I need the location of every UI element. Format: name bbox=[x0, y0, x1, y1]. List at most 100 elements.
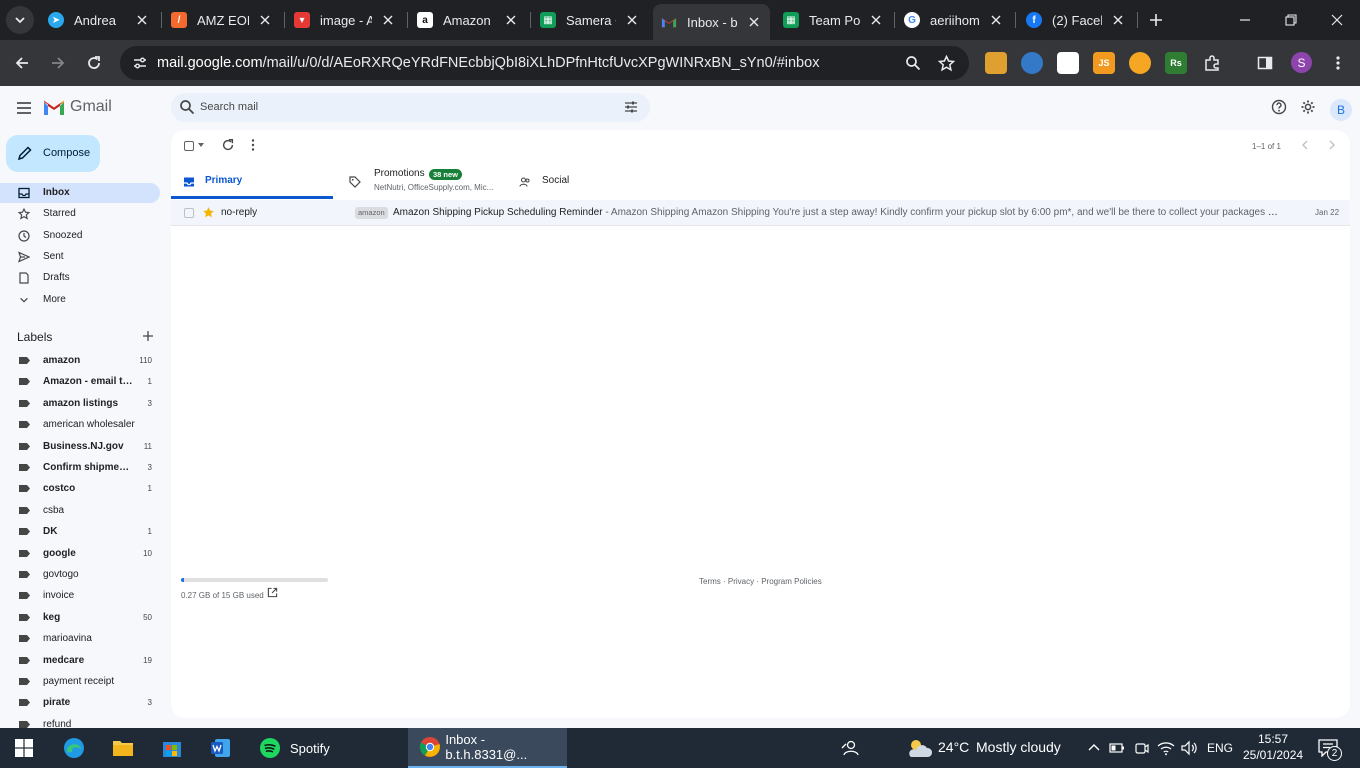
close-icon[interactable] bbox=[746, 14, 762, 30]
edge-icon[interactable] bbox=[62, 736, 86, 760]
bookmark-star-icon[interactable] bbox=[934, 51, 958, 75]
main-menu-icon[interactable] bbox=[12, 96, 36, 120]
close-icon[interactable] bbox=[503, 12, 519, 28]
refresh-icon[interactable] bbox=[221, 138, 235, 152]
wifi-icon[interactable] bbox=[1154, 736, 1178, 760]
tab-search-button[interactable] bbox=[6, 6, 34, 34]
label-item[interactable]: csba bbox=[0, 501, 160, 521]
help-icon[interactable] bbox=[1270, 98, 1288, 116]
label-item[interactable]: govtogo bbox=[0, 565, 160, 585]
account-avatar[interactable]: B bbox=[1330, 99, 1352, 121]
chevron-up-icon[interactable] bbox=[1082, 736, 1106, 760]
clock-time[interactable]: 15:57 bbox=[1258, 732, 1288, 746]
open-external-icon[interactable] bbox=[267, 587, 278, 598]
browser-tab[interactable]: a Amazon bbox=[409, 6, 527, 34]
weather-temp[interactable]: 24°C bbox=[938, 739, 969, 755]
back-button[interactable] bbox=[8, 49, 36, 77]
close-icon[interactable] bbox=[1110, 12, 1126, 28]
extensions-puzzle-icon[interactable] bbox=[1201, 52, 1223, 74]
email-row[interactable]: no-reply amazon Amazon Shipping Pickup S… bbox=[171, 200, 1350, 226]
browser-tab[interactable]: / AMZ EOD bbox=[163, 6, 281, 34]
volume-icon[interactable] bbox=[1177, 736, 1201, 760]
language-indicator[interactable]: ENG bbox=[1207, 741, 1233, 755]
close-icon[interactable] bbox=[134, 12, 150, 28]
extension-2[interactable] bbox=[1021, 52, 1043, 74]
nav-sent[interactable]: Sent bbox=[0, 247, 160, 267]
nav-more[interactable]: More bbox=[0, 290, 160, 310]
label-item[interactable]: Amazon - email to ... 1 bbox=[0, 372, 160, 392]
email-checkbox[interactable] bbox=[184, 208, 194, 218]
people-search-icon[interactable] bbox=[838, 736, 862, 760]
label-item[interactable]: amazon listings 3 bbox=[0, 394, 160, 414]
browser-tab[interactable]: G aeriihome bbox=[896, 6, 1012, 34]
taskbar-app-spotify[interactable]: Spotify bbox=[250, 728, 340, 768]
label-item[interactable]: Business.NJ.gov 11 bbox=[0, 437, 160, 457]
email-label-chip[interactable]: amazon bbox=[355, 207, 388, 219]
close-icon[interactable] bbox=[868, 12, 884, 28]
minimize-button[interactable] bbox=[1222, 0, 1268, 40]
label-item[interactable]: invoice bbox=[0, 586, 160, 606]
close-icon[interactable] bbox=[257, 12, 273, 28]
chevron-left-icon[interactable] bbox=[1299, 139, 1311, 151]
label-item[interactable]: medcare 19 bbox=[0, 651, 160, 671]
nav-snoozed[interactable]: Snoozed bbox=[0, 226, 160, 246]
search-bar[interactable]: Search mail bbox=[171, 93, 650, 122]
label-item[interactable]: google 10 bbox=[0, 544, 160, 564]
label-item[interactable]: payment receipt bbox=[0, 672, 160, 692]
nav-inbox[interactable]: Inbox bbox=[0, 183, 160, 203]
label-item[interactable]: marioavina bbox=[0, 629, 160, 649]
label-item[interactable]: Confirm shipment ... 3 bbox=[0, 458, 160, 478]
more-vert-icon[interactable] bbox=[248, 138, 258, 152]
forward-button[interactable] bbox=[44, 49, 72, 77]
browser-tab[interactable]: f (2) Facebo bbox=[1018, 6, 1134, 34]
browser-tab[interactable]: ▦ Team Pos bbox=[775, 6, 892, 34]
meet-now-icon[interactable] bbox=[1130, 736, 1154, 760]
select-all-checkbox[interactable] bbox=[184, 141, 194, 151]
compose-button[interactable]: Compose bbox=[6, 135, 100, 172]
weather-cloud-icon[interactable] bbox=[904, 736, 934, 760]
footer-links[interactable]: Terms · Privacy · Program Policies bbox=[699, 577, 822, 586]
label-item[interactable]: pirate 3 bbox=[0, 693, 160, 713]
search-options-icon[interactable] bbox=[623, 99, 639, 115]
site-info-icon[interactable] bbox=[128, 51, 152, 75]
url-text[interactable]: mail.google.com/mail/u/0/d/AEoRXRQeYRdFN… bbox=[157, 55, 819, 71]
taskbar-app-chrome[interactable]: Inbox - b.t.h.8331@... bbox=[408, 728, 567, 768]
address-bar[interactable]: mail.google.com/mail/u/0/d/AEoRXRQeYRdFN… bbox=[120, 46, 969, 80]
star-icon[interactable] bbox=[202, 206, 215, 219]
search-input[interactable]: Search mail bbox=[200, 101, 258, 113]
close-icon[interactable] bbox=[380, 12, 396, 28]
reload-button[interactable] bbox=[80, 49, 108, 77]
battery-icon[interactable] bbox=[1105, 736, 1129, 760]
side-panel-icon[interactable] bbox=[1254, 52, 1276, 74]
search-icon[interactable] bbox=[179, 99, 195, 115]
browser-tab[interactable]: ▾ image - A bbox=[286, 6, 404, 34]
chrome-menu-icon[interactable] bbox=[1327, 52, 1349, 74]
label-item[interactable]: keg 50 bbox=[0, 608, 160, 628]
nav-starred[interactable]: Starred bbox=[0, 204, 160, 224]
label-item[interactable]: amazon 110 bbox=[0, 351, 160, 371]
chevron-right-icon[interactable] bbox=[1326, 139, 1338, 151]
label-item[interactable]: costco 1 bbox=[0, 479, 160, 499]
extension-1[interactable] bbox=[985, 52, 1007, 74]
close-window-button[interactable] bbox=[1314, 0, 1360, 40]
microsoft-store-icon[interactable] bbox=[160, 736, 184, 760]
tab-primary[interactable]: Primary bbox=[171, 163, 333, 199]
browser-tab[interactable]: ➤ Andrea bbox=[40, 6, 158, 34]
browser-profile-avatar[interactable]: S bbox=[1291, 52, 1312, 73]
close-icon[interactable] bbox=[988, 12, 1004, 28]
label-item[interactable]: american wholesaler bbox=[0, 415, 160, 435]
word-icon[interactable] bbox=[209, 736, 233, 760]
weather-desc[interactable]: Mostly cloudy bbox=[976, 739, 1061, 755]
windows-start-icon[interactable] bbox=[12, 736, 36, 760]
tab-social[interactable]: Social bbox=[511, 163, 681, 199]
settings-gear-icon[interactable] bbox=[1299, 98, 1317, 116]
zoom-icon[interactable] bbox=[901, 51, 925, 75]
extension-rs[interactable]: Rs bbox=[1165, 52, 1187, 74]
clock-date[interactable]: 25/01/2024 bbox=[1243, 748, 1303, 762]
new-tab-button[interactable] bbox=[1144, 8, 1168, 32]
extension-5[interactable] bbox=[1129, 52, 1151, 74]
restore-button[interactable] bbox=[1268, 0, 1314, 40]
browser-tab[interactable]: ▦ Samera C bbox=[532, 6, 648, 34]
close-icon[interactable] bbox=[624, 12, 640, 28]
nav-drafts[interactable]: Drafts bbox=[0, 268, 160, 288]
